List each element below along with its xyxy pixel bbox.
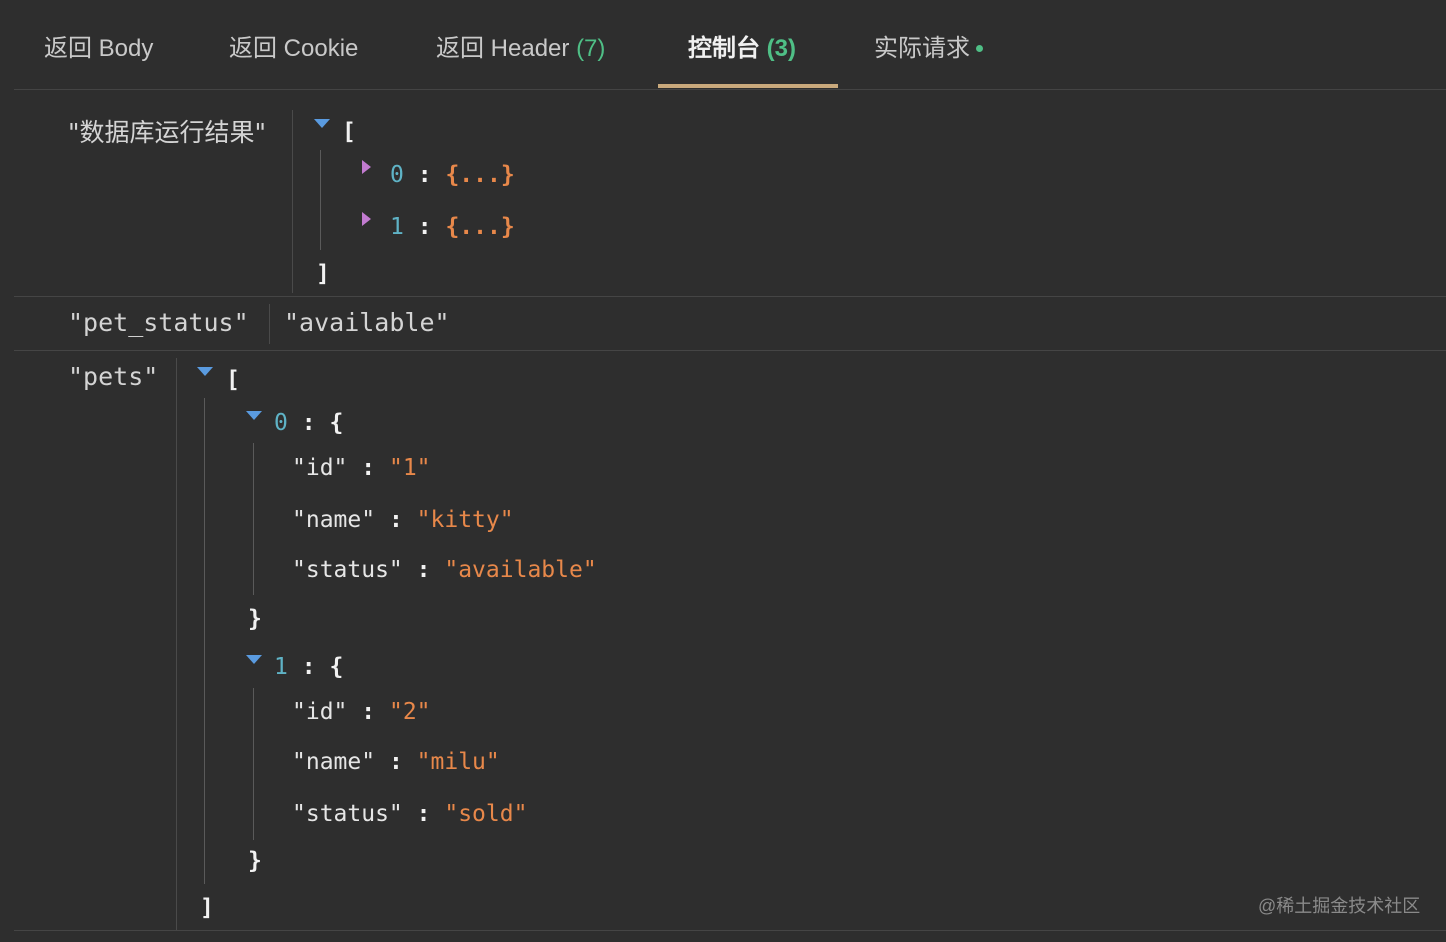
tab-count: (3) (766, 35, 797, 62)
colon: : (301, 654, 316, 680)
tab-header[interactable]: 返回 Header (7) (436, 32, 605, 66)
field-value: "1" (388, 455, 431, 481)
colon: : (416, 801, 431, 827)
pets-item-1-header[interactable]: 1 : { (274, 652, 343, 682)
collapse-toggle-icon[interactable] (246, 655, 262, 664)
status-dot-icon (976, 45, 983, 52)
field-value: "kitty" (416, 507, 514, 533)
tab-console[interactable]: 控制台 (3) (688, 32, 796, 66)
field-value: "2" (388, 699, 431, 725)
field-key: "name" (292, 507, 376, 533)
array-open-bracket: [ (342, 119, 356, 145)
item-index: 1 (390, 214, 404, 240)
field-status: "status" : "available" (292, 555, 597, 585)
watermark: @稀土掘金技术社区 (1258, 896, 1421, 916)
field-name: "name" : "kitty" (292, 505, 514, 535)
colon: : (361, 699, 376, 725)
field-id: "id" : "2" (292, 697, 431, 727)
tab-label: 返回 Body (44, 35, 154, 62)
field-value: "available" (444, 557, 597, 583)
object-close-brace: } (248, 848, 262, 874)
field-key: "id" (292, 455, 348, 481)
colon: : (388, 749, 403, 775)
tab-label: 控制台 (688, 35, 760, 62)
row-key-pets: "pets" (68, 362, 159, 391)
object-close-brace: } (248, 606, 262, 632)
field-key: "status" (292, 801, 403, 827)
item-index: 0 (274, 410, 288, 436)
colon: : (301, 410, 316, 436)
indent-guide (204, 398, 205, 884)
tab-label: 实际请求 (874, 35, 970, 62)
row-divider (14, 350, 1446, 351)
row-key-db-result: "数据库运行结果" (68, 118, 266, 147)
collapse-toggle-icon[interactable] (314, 119, 330, 128)
expand-toggle-icon[interactable] (362, 160, 371, 174)
tab-label: 返回 Header (436, 35, 570, 62)
array-close-bracket: ] (200, 895, 214, 921)
item-index: 1 (274, 654, 288, 680)
row-divider (14, 296, 1446, 297)
array-close-bracket: ] (316, 261, 330, 287)
field-name: "name" : "milu" (292, 747, 500, 777)
tab-body[interactable]: 返回 Body (44, 32, 153, 66)
array-open-bracket: [ (226, 367, 240, 393)
column-divider (269, 304, 270, 344)
collapse-toggle-icon[interactable] (197, 367, 213, 376)
indent-guide (253, 688, 254, 840)
colon: : (417, 214, 432, 240)
expand-toggle-icon[interactable] (362, 212, 371, 226)
colon: : (417, 162, 432, 188)
db-item-1[interactable]: 1 : {...} (390, 212, 515, 242)
collapse-toggle-icon[interactable] (246, 411, 262, 420)
active-tab-indicator (658, 84, 838, 88)
tab-cookie[interactable]: 返回 Cookie (229, 32, 358, 66)
column-divider (292, 110, 293, 293)
tab-label: 返回 Cookie (229, 35, 359, 62)
indent-guide (320, 150, 321, 250)
tab-count: (7) (576, 35, 606, 62)
row-key-pet-status: "pet_status" (68, 308, 249, 337)
row-value-pet-status: "available" (284, 308, 450, 337)
field-key: "id" (292, 699, 348, 725)
item-index: 0 (390, 162, 404, 188)
pets-item-0-header[interactable]: 0 : { (274, 408, 343, 438)
colon: : (416, 557, 431, 583)
indent-guide (253, 443, 254, 595)
collapsed-object: {...} (445, 162, 515, 188)
row-divider (14, 930, 1446, 931)
tab-actual-request[interactable]: 实际请求 (874, 32, 983, 66)
db-item-0[interactable]: 0 : {...} (390, 160, 515, 190)
collapsed-object: {...} (445, 214, 515, 240)
field-value: "milu" (416, 749, 500, 775)
colon: : (388, 507, 403, 533)
field-value: "sold" (444, 801, 528, 827)
colon: : (361, 455, 376, 481)
field-key: "status" (292, 557, 403, 583)
column-divider (176, 358, 177, 930)
object-open-brace: { (329, 410, 344, 436)
field-key: "name" (292, 749, 376, 775)
field-id: "id" : "1" (292, 453, 431, 483)
field-status: "status" : "sold" (292, 799, 527, 829)
object-open-brace: { (329, 654, 344, 680)
